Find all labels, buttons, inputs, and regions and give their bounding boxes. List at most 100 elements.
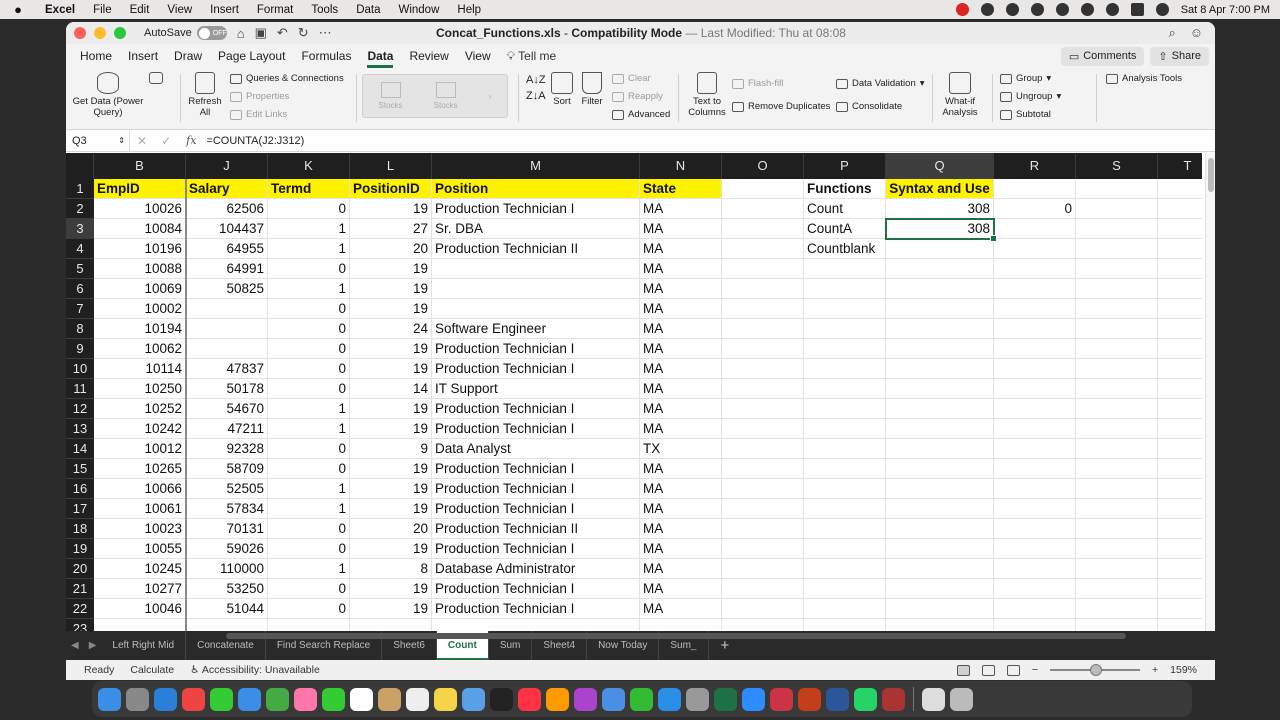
cell[interactable] bbox=[886, 379, 994, 399]
whatsapp-icon[interactable] bbox=[854, 687, 877, 711]
normal-view-icon[interactable] bbox=[956, 664, 970, 676]
data-cell-l[interactable]: 19 bbox=[350, 459, 432, 479]
cell[interactable] bbox=[350, 619, 432, 631]
data-cell-n[interactable]: MA bbox=[640, 319, 722, 339]
settings-icon[interactable] bbox=[686, 687, 709, 711]
data-cell-m[interactable]: IT Support bbox=[432, 379, 640, 399]
data-cell-j[interactable]: 110000 bbox=[186, 559, 268, 579]
cell[interactable] bbox=[804, 259, 886, 279]
data-cell-b[interactable]: 10088 bbox=[94, 259, 186, 279]
data-cell-n[interactable]: MA bbox=[640, 579, 722, 599]
what-if-analysis-button[interactable]: What-if Analysis bbox=[938, 72, 982, 118]
podcasts-icon[interactable] bbox=[574, 687, 597, 711]
cell[interactable] bbox=[722, 499, 804, 519]
zoom-level[interactable]: 159% bbox=[1170, 664, 1197, 676]
cell[interactable] bbox=[1076, 239, 1158, 259]
cell[interactable] bbox=[1158, 459, 1202, 479]
name-box[interactable]: Q3 ⇕ bbox=[66, 130, 130, 151]
refresh-all-button[interactable]: Refresh All bbox=[186, 72, 224, 118]
cell[interactable] bbox=[722, 219, 804, 239]
data-cell-b[interactable]: 10069 bbox=[94, 279, 186, 299]
row-header-1[interactable]: 1 bbox=[66, 179, 94, 199]
data-cell-l[interactable]: 27 bbox=[350, 219, 432, 239]
cell[interactable] bbox=[722, 479, 804, 499]
cell[interactable] bbox=[1076, 359, 1158, 379]
data-cell-k[interactable]: 1 bbox=[268, 239, 350, 259]
cell[interactable] bbox=[722, 559, 804, 579]
data-cell-k[interactable]: 1 bbox=[268, 399, 350, 419]
enter-icon[interactable]: ✓ bbox=[154, 134, 178, 148]
cell[interactable] bbox=[994, 499, 1076, 519]
data-cell-n[interactable]: MA bbox=[640, 459, 722, 479]
data-validation-button[interactable]: Data Validation ▾ bbox=[836, 78, 925, 89]
cell[interactable] bbox=[886, 539, 994, 559]
cell[interactable] bbox=[1158, 579, 1202, 599]
data-cell-k[interactable]: 0 bbox=[268, 539, 350, 559]
data-cell-j[interactable]: 52505 bbox=[186, 479, 268, 499]
data-cell-j[interactable] bbox=[186, 319, 268, 339]
menu-help[interactable]: Help bbox=[448, 4, 490, 16]
data-cell-n[interactable]: MA bbox=[640, 299, 722, 319]
data-cell-k[interactable]: 0 bbox=[268, 359, 350, 379]
cell[interactable] bbox=[722, 279, 804, 299]
cell[interactable] bbox=[1158, 519, 1202, 539]
cell[interactable] bbox=[1076, 379, 1158, 399]
cell[interactable] bbox=[1158, 199, 1202, 219]
cell[interactable] bbox=[886, 299, 994, 319]
data-cell-k[interactable]: 1 bbox=[268, 559, 350, 579]
data-cell-m[interactable]: Software Engineer bbox=[432, 319, 640, 339]
data-cell-m[interactable]: Production Technician I bbox=[432, 199, 640, 219]
stocks-type-2[interactable]: Stocks bbox=[434, 82, 458, 110]
header-cell-termd[interactable]: Termd bbox=[268, 179, 350, 199]
cell[interactable] bbox=[994, 259, 1076, 279]
data-cell-j[interactable]: 64955 bbox=[186, 239, 268, 259]
cell[interactable] bbox=[994, 339, 1076, 359]
cell[interactable] bbox=[722, 419, 804, 439]
cell[interactable] bbox=[1076, 259, 1158, 279]
data-cell-m[interactable] bbox=[432, 299, 640, 319]
function-extra-cell[interactable] bbox=[994, 219, 1076, 239]
data-cell-b[interactable]: 10012 bbox=[94, 439, 186, 459]
cell[interactable] bbox=[994, 459, 1076, 479]
cell[interactable] bbox=[804, 599, 886, 619]
data-cell-k[interactable]: 0 bbox=[268, 439, 350, 459]
header-cell-salary[interactable]: Salary bbox=[186, 179, 268, 199]
cell[interactable] bbox=[886, 559, 994, 579]
data-cell-b[interactable]: 10023 bbox=[94, 519, 186, 539]
data-cell-m[interactable]: Production Technician I bbox=[432, 399, 640, 419]
tab-home[interactable]: Home bbox=[72, 49, 120, 63]
row-header-12[interactable]: 12 bbox=[66, 399, 94, 419]
cell[interactable] bbox=[722, 619, 804, 631]
row-header-22[interactable]: 22 bbox=[66, 599, 94, 619]
cell[interactable] bbox=[886, 279, 994, 299]
row-header-13[interactable]: 13 bbox=[66, 419, 94, 439]
menubar-clock[interactable]: Sat 8 Apr 7:00 PM bbox=[1181, 4, 1270, 16]
data-cell-b[interactable]: 10002 bbox=[94, 299, 186, 319]
cell[interactable] bbox=[1158, 239, 1202, 259]
data-cell-j[interactable]: 58709 bbox=[186, 459, 268, 479]
redo-icon[interactable]: ↻ bbox=[298, 25, 309, 41]
row-header-10[interactable]: 10 bbox=[66, 359, 94, 379]
row-header-18[interactable]: 18 bbox=[66, 519, 94, 539]
cell[interactable] bbox=[804, 299, 886, 319]
chrome-icon[interactable] bbox=[182, 687, 205, 711]
menu-format[interactable]: Format bbox=[248, 4, 302, 16]
function-extra-cell[interactable]: 0 bbox=[994, 199, 1076, 219]
column-header-j[interactable]: J bbox=[186, 153, 268, 179]
cell[interactable] bbox=[722, 359, 804, 379]
data-cell-j[interactable]: 51044 bbox=[186, 599, 268, 619]
row-header-23[interactable]: 23 bbox=[66, 619, 94, 631]
more-icon[interactable]: ⋯ bbox=[319, 25, 332, 41]
column-header-m[interactable]: M bbox=[432, 153, 640, 179]
data-cell-b[interactable]: 10252 bbox=[94, 399, 186, 419]
column-header-o[interactable]: O bbox=[722, 153, 804, 179]
data-cell-j[interactable]: 54670 bbox=[186, 399, 268, 419]
cell[interactable] bbox=[886, 459, 994, 479]
record-icon[interactable] bbox=[955, 3, 969, 16]
data-cell-l[interactable]: 19 bbox=[350, 299, 432, 319]
cell[interactable] bbox=[722, 539, 804, 559]
function-name-cell[interactable]: Count bbox=[804, 199, 886, 219]
menu-window[interactable]: Window bbox=[389, 4, 448, 16]
wifi-icon[interactable] bbox=[1080, 3, 1094, 16]
data-cell-n[interactable]: MA bbox=[640, 259, 722, 279]
